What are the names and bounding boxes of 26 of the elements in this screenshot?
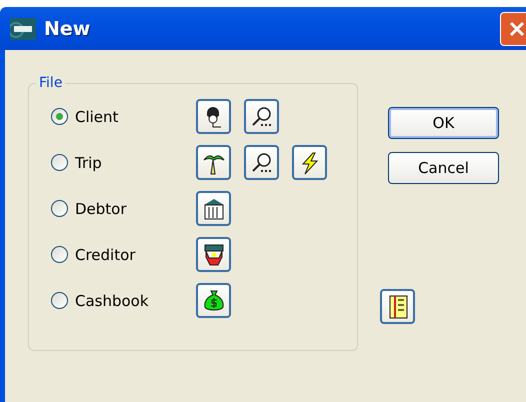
person-button[interactable] <box>196 99 231 134</box>
close-button[interactable] <box>500 12 526 46</box>
group-label: File <box>38 75 64 91</box>
person-holding-sign-button[interactable] <box>196 237 231 272</box>
radio-button[interactable] <box>51 246 68 263</box>
radio-option[interactable]: Debtor <box>51 200 196 218</box>
ok-button[interactable]: OK <box>388 107 499 139</box>
radio-button[interactable] <box>51 200 68 217</box>
money-bag-button[interactable] <box>196 283 231 318</box>
radio-option[interactable]: Client <box>51 108 196 126</box>
palm-tree-button[interactable] <box>196 145 231 180</box>
close-icon <box>509 20 525 36</box>
radio-option[interactable]: Trip <box>51 154 196 172</box>
app-logo <box>10 18 36 40</box>
building-button[interactable] <box>196 191 231 226</box>
cancel-button[interactable]: Cancel <box>388 152 499 184</box>
radio-button[interactable] <box>51 108 68 125</box>
radio-button[interactable] <box>51 292 68 309</box>
radio-option[interactable]: Cashbook <box>51 292 196 310</box>
lightning-button[interactable] <box>292 145 327 180</box>
radio-option[interactable]: Creditor <box>51 246 196 264</box>
search-button[interactable] <box>244 99 279 134</box>
window-title: New <box>44 18 92 40</box>
radio-button[interactable] <box>51 154 68 171</box>
search-button[interactable] <box>244 145 279 180</box>
ledger-button[interactable] <box>380 289 415 324</box>
